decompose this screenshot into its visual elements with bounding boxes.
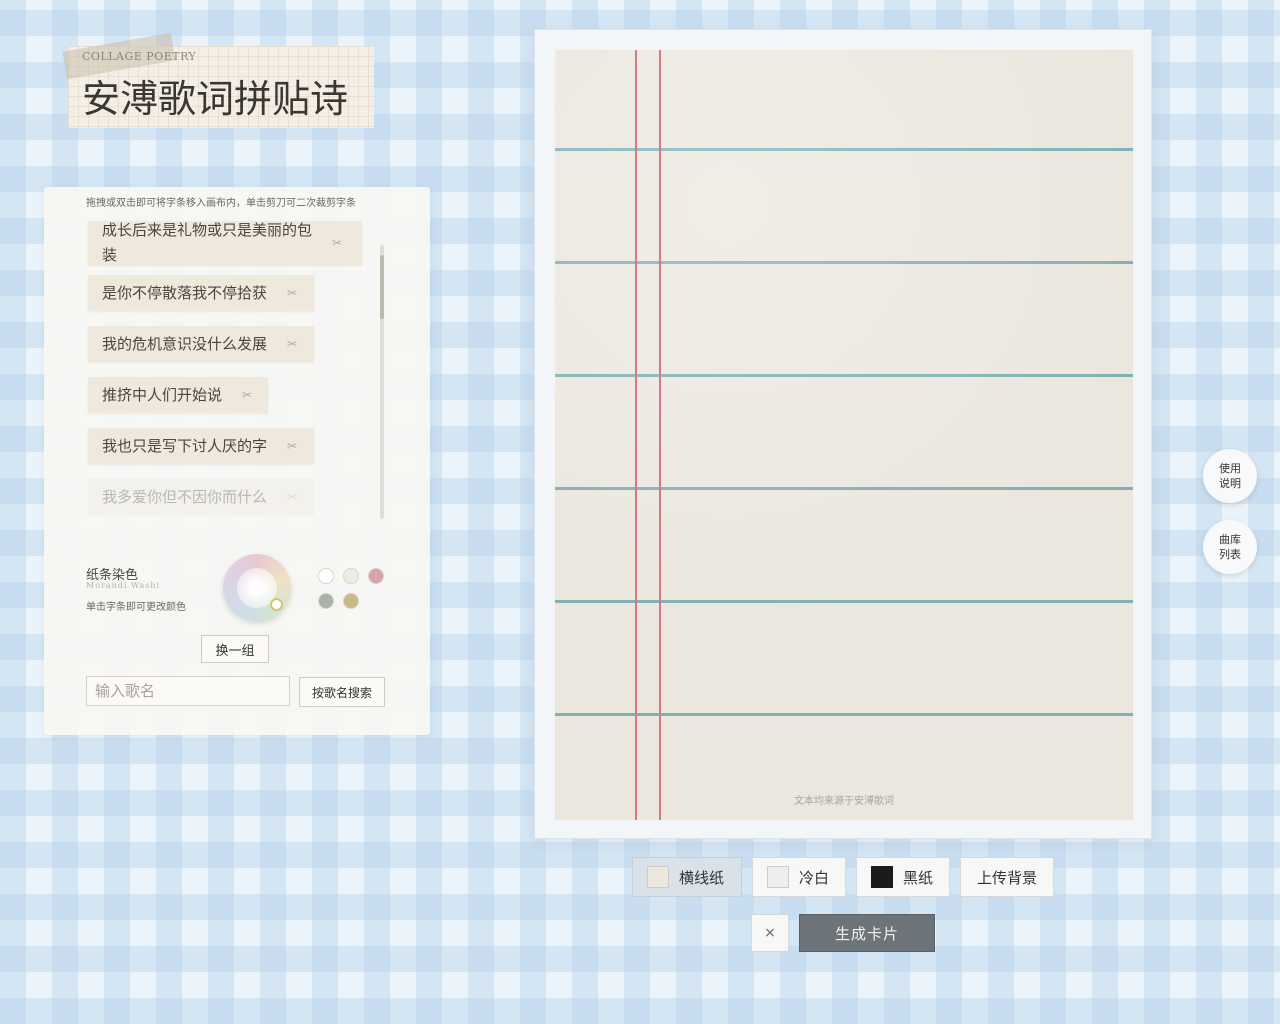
scissors-icon[interactable]: ✂ [242, 388, 252, 402]
title-card: COLLAGE POETRY 安溥歌词拼贴诗 [62, 32, 374, 128]
color-wheel-knob[interactable] [270, 598, 283, 611]
lyric-strip[interactable]: 我的危机意识没什么发展 ✂ [88, 326, 314, 362]
scrollbar-thumb[interactable] [380, 255, 384, 319]
lyric-strip[interactable]: 推挤中人们开始说 ✂ [88, 377, 268, 413]
search-by-song-button[interactable]: 按歌名搜索 [299, 677, 385, 707]
lyric-strip-list[interactable]: 成长后来是礼物或只是美丽的包装 ✂ 是你不停散落我不停拾获 ✂ 我的危机意识没什… [86, 221, 376, 519]
lyric-strip[interactable]: 是你不停散落我不停拾获 ✂ [88, 275, 314, 311]
scissors-icon[interactable]: ✂ [287, 439, 297, 453]
strip-list-scrollbar[interactable] [380, 245, 384, 519]
lyric-strip-text: 我的危机意识没什么发展 [102, 334, 268, 353]
scissors-icon[interactable]: ✂ [287, 286, 297, 300]
paper-option-label: 黑纸 [903, 868, 934, 887]
help-label-2: 说明 [1219, 477, 1241, 490]
color-wheel[interactable] [223, 554, 291, 622]
upload-background-button[interactable]: 上传背景 [960, 857, 1054, 897]
paper-option-label: 冷白 [799, 868, 830, 887]
panel-hint: 拖拽或双击即可将字条移入画布内，单击剪刀可二次裁剪字条 [86, 198, 356, 209]
swatch-white[interactable] [318, 568, 334, 584]
canvas-credit: 文本均来源于安溥歌词 [794, 796, 894, 807]
library-label-2: 列表 [1219, 548, 1241, 561]
paper-option-black[interactable]: 黑纸 [856, 857, 950, 897]
paper-option-label: 横线纸 [679, 868, 725, 887]
help-label-1: 使用 [1219, 462, 1241, 475]
scissors-icon[interactable]: ✂ [287, 337, 297, 351]
margin-line [635, 50, 637, 820]
lyric-strip-text: 成长后来是礼物或只是美丽的包装 [102, 221, 313, 264]
paper-swatch-lined [647, 866, 669, 888]
lyric-strip-text: 是你不停散落我不停拾获 [102, 283, 268, 302]
paper-swatch-cool-white [767, 866, 789, 888]
lyric-strip[interactable]: 成长后来是礼物或只是美丽的包装 ✂ [88, 221, 362, 265]
paper-option-cool-white[interactable]: 冷白 [752, 857, 846, 897]
page-title: 安溥歌词拼贴诗 [82, 77, 349, 121]
scissors-icon[interactable]: ✂ [332, 236, 342, 250]
swatch-sage[interactable] [318, 593, 334, 609]
close-icon[interactable]: × [751, 914, 789, 952]
swatch-pink[interactable] [368, 568, 384, 584]
upload-background-label: 上传背景 [976, 868, 1037, 887]
lyric-strip[interactable]: 我也只是写下讨人厌的字 ✂ [88, 428, 314, 464]
swatch-ochre[interactable] [343, 593, 359, 609]
help-button[interactable]: 使用 说明 [1203, 449, 1257, 503]
lyric-strip-text: 我也只是写下讨人厌的字 [102, 436, 268, 455]
generate-card-button[interactable]: 生成卡片 [799, 914, 935, 952]
dye-subtitle: Morandi Washi [86, 581, 161, 590]
dye-hint: 单击字条即可更改颜色 [86, 602, 186, 613]
paper-swatch-black [871, 866, 893, 888]
lyric-strip[interactable]: 我多爱你但不因你而什么 ✂ [88, 479, 314, 515]
lyric-strip-text: 推挤中人们开始说 [102, 385, 223, 404]
lined-paper-canvas[interactable]: 文本均来源于安溥歌词 [555, 50, 1133, 820]
song-library-button[interactable]: 曲库 列表 [1203, 520, 1257, 574]
lyric-strip-text: 我多爱你但不因你而什么 [102, 487, 268, 506]
shuffle-button[interactable]: 换一组 [201, 635, 269, 663]
song-search-input[interactable] [86, 676, 290, 706]
scissors-icon[interactable]: ✂ [287, 490, 297, 504]
swatch-cream[interactable] [343, 568, 359, 584]
paper-option-lined[interactable]: 横线纸 [632, 857, 742, 897]
margin-line [659, 50, 661, 820]
library-label-1: 曲库 [1219, 533, 1241, 546]
lyrics-panel: 拖拽或双击即可将字条移入画布内，单击剪刀可二次裁剪字条 成长后来是礼物或只是美丽… [44, 187, 430, 735]
canvas-frame: 文本均来源于安溥歌词 [534, 29, 1152, 839]
title-eyebrow: COLLAGE POETRY [82, 50, 197, 63]
